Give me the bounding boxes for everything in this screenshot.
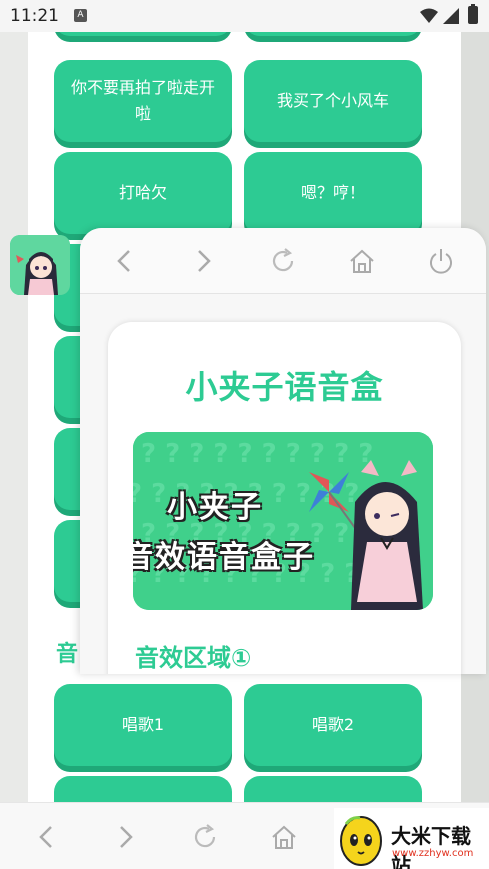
banner-title-line1: 小夹子 (167, 490, 263, 525)
battery-icon (468, 4, 478, 24)
back-icon[interactable] (110, 246, 140, 276)
forward-icon[interactable] (188, 246, 218, 276)
sound-button-label: 你不要再拍了啦走开啦 (70, 78, 215, 123)
popup-content: 小夹子语音盒 ? ? ? ? ? ? ? ? ? ? ? ? ? ? ? ? ?… (108, 322, 461, 674)
sound-button[interactable]: 唱歌1 (54, 684, 232, 766)
home-icon[interactable] (347, 246, 377, 276)
signal-icon (443, 8, 459, 24)
refresh-icon[interactable] (268, 246, 298, 276)
site-watermark: 大米下载站 www.zzhyw.com (334, 808, 489, 869)
sound-button[interactable]: 我买了个小风车 (244, 60, 422, 142)
back-icon[interactable] (32, 822, 62, 852)
power-icon[interactable] (426, 246, 456, 276)
sound-button[interactable]: 嗯？哼！ (244, 152, 422, 234)
sound-button-label: 打哈欠 (118, 183, 167, 203)
app-banner: ? ? ? ? ? ? ? ? ? ? ? ? ? ? ? ? ? ? ? ? … (133, 432, 433, 610)
status-bar: 11:21 A (0, 0, 489, 32)
wifi-icon (420, 8, 438, 23)
rice-mascot-logo (340, 816, 382, 866)
svg-text:? ? ? ? ? ? ? ? ? ?: ? ? ? ? ? ? ? ? ? ? (141, 439, 373, 469)
sound-button[interactable]: 你不要再拍了啦走开啦 (54, 60, 232, 142)
browser-popup: 小夹子语音盒 ? ? ? ? ? ? ? ? ? ? ? ? ? ? ? ? ?… (80, 228, 486, 674)
sound-button[interactable]: 打哈欠 (54, 152, 232, 234)
watermark-url: www.zzhyw.com (392, 848, 474, 859)
watermark-name: 大米下载站 (391, 824, 471, 869)
sound-button-label: 嗯？哼！ (300, 183, 365, 203)
sound-button-label: 唱歌2 (311, 715, 355, 735)
screen: 11:21 A 你不要再拍了啦走开啦 我买了个小风车 打哈欠 嗯？哼！ 音 唱歌… (0, 0, 489, 869)
banner-title-line2: 音效语音盒子 (133, 540, 315, 575)
anime-girl-icon (10, 235, 70, 295)
popup-toolbar (80, 228, 486, 294)
floating-avatar-button[interactable] (10, 235, 70, 295)
sound-button-label: 我买了个小风车 (276, 91, 389, 111)
refresh-icon[interactable] (190, 822, 220, 852)
section-title-partial: 音 (56, 642, 79, 667)
sound-button[interactable]: 唱歌2 (244, 684, 422, 766)
status-time: 11:21 (10, 6, 59, 26)
notification-app-icon: A (74, 9, 87, 22)
app-title: 小夹子语音盒 (185, 368, 384, 406)
section-title: 音效区域① (135, 644, 252, 672)
sound-button-label: 唱歌1 (121, 715, 165, 735)
forward-icon[interactable] (110, 822, 140, 852)
home-icon[interactable] (269, 822, 299, 852)
